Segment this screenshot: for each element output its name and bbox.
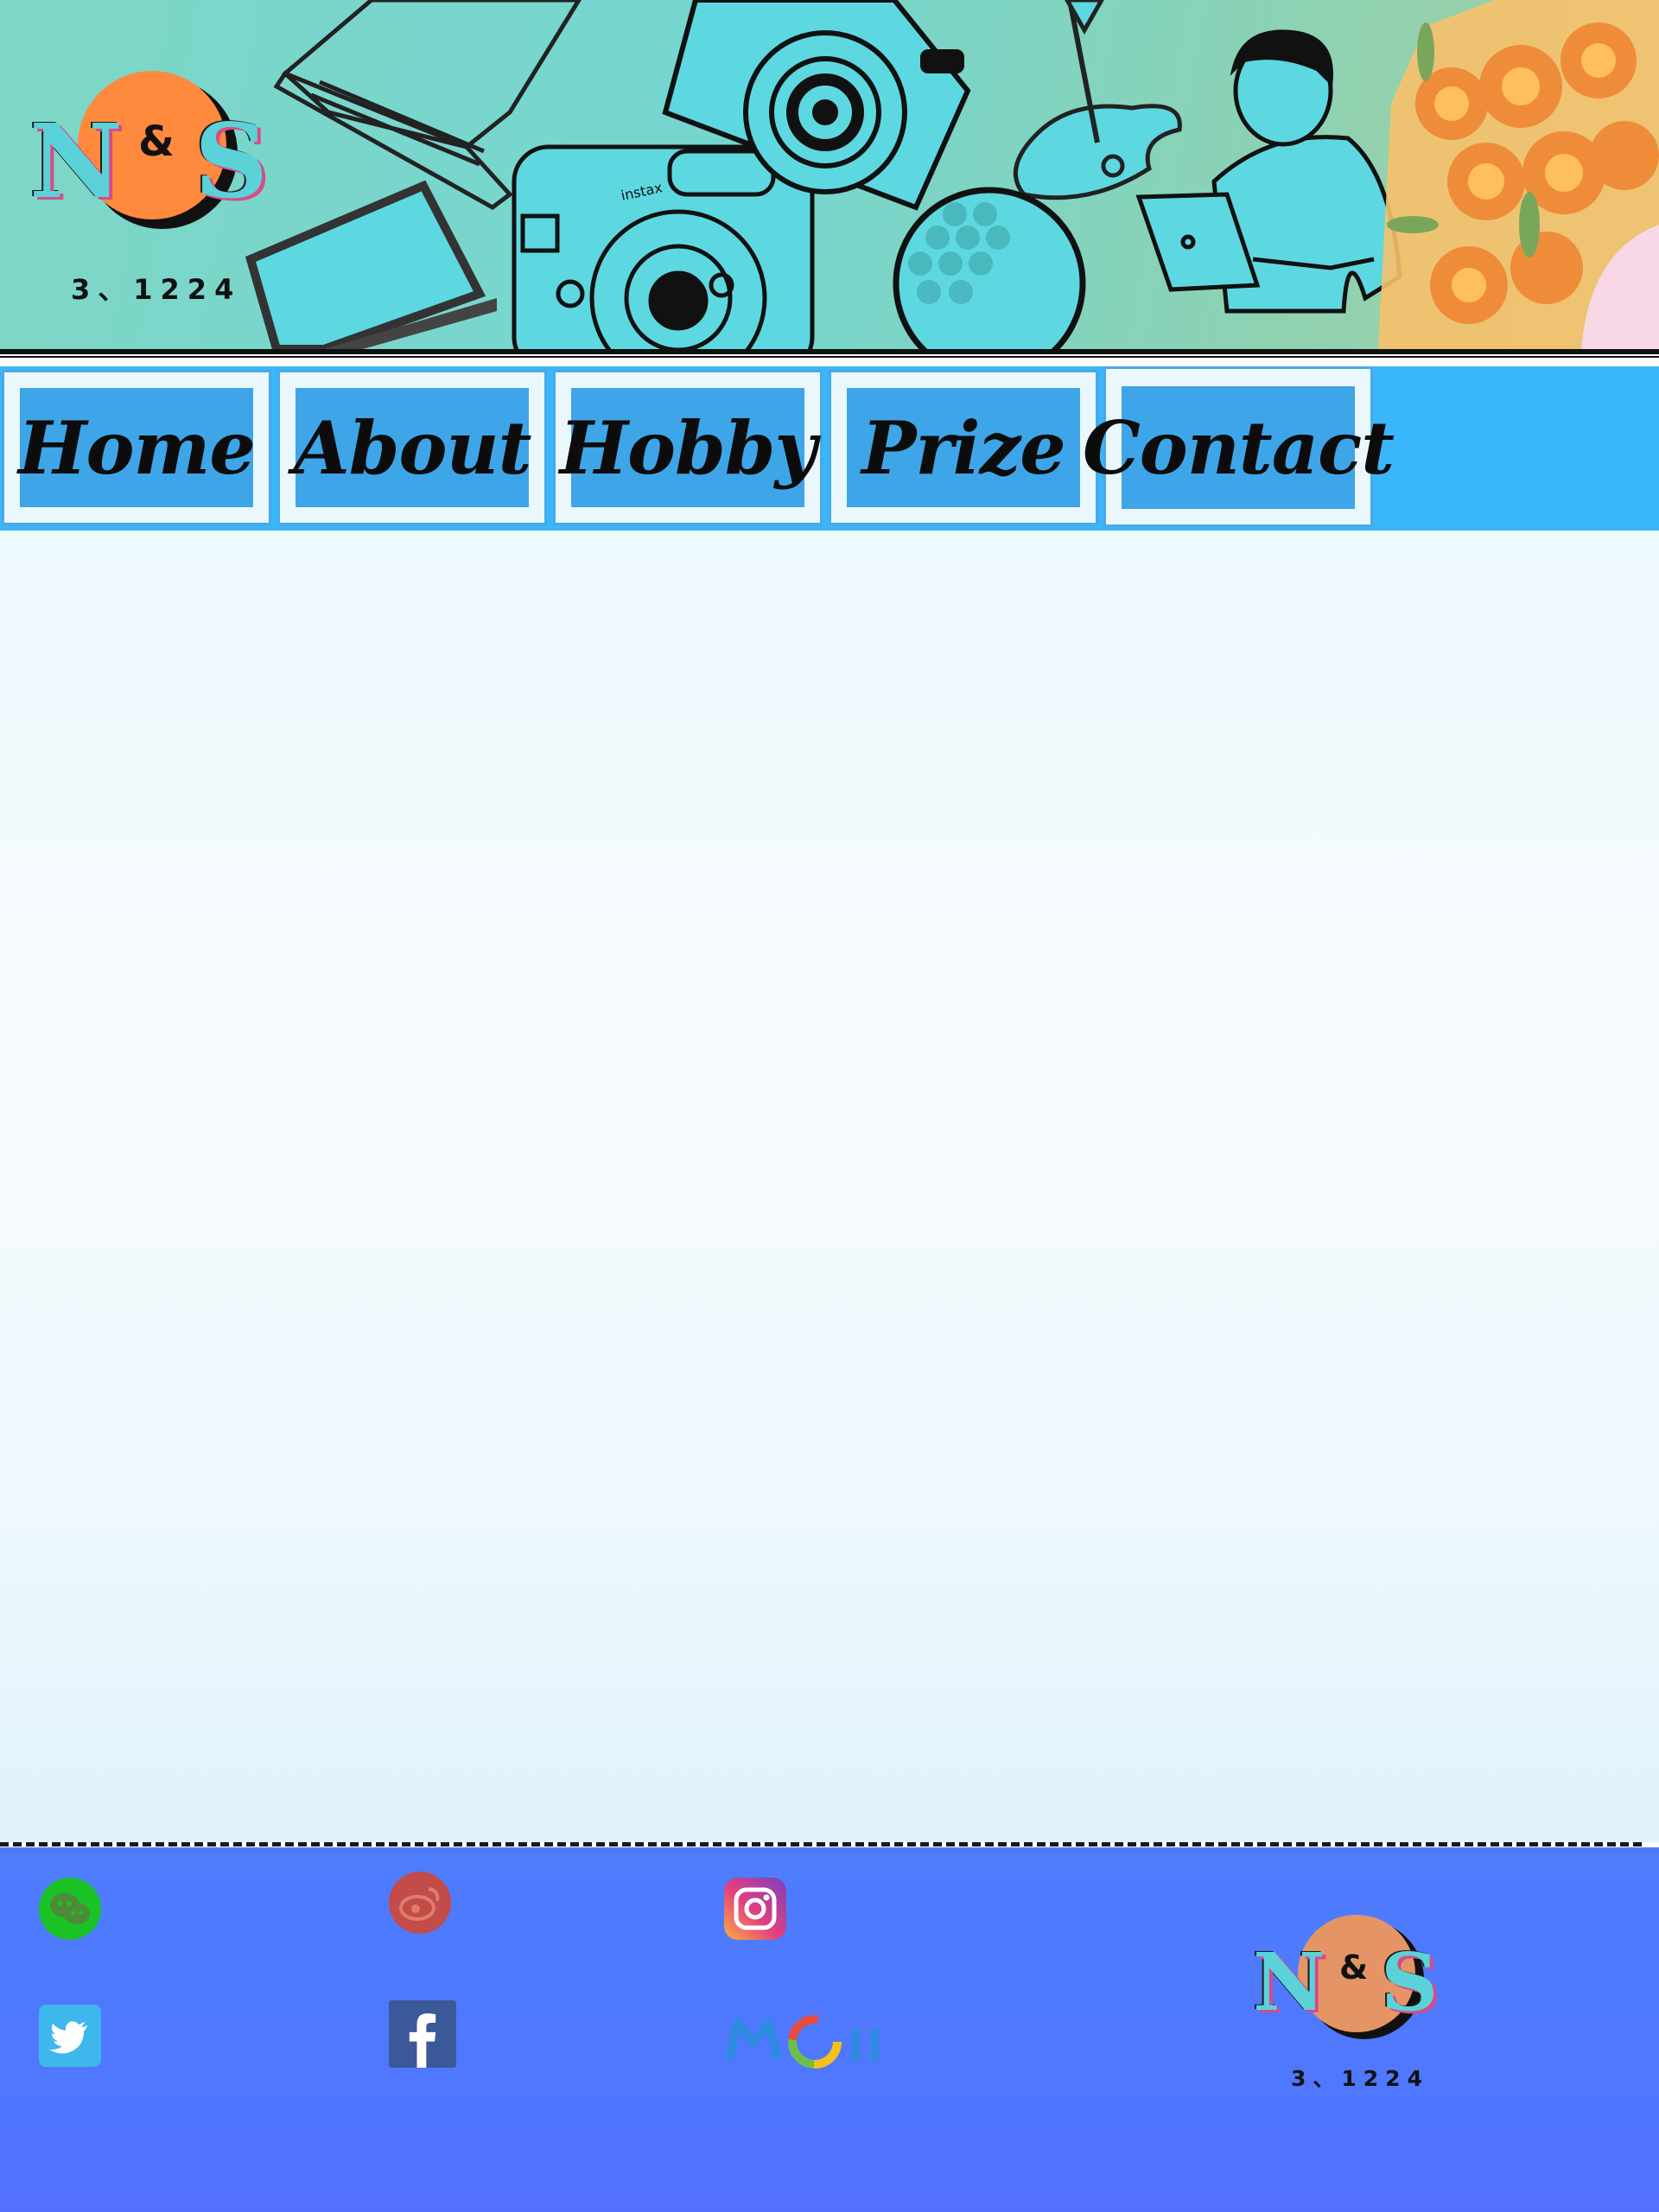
nav-about-face: About	[293, 388, 532, 507]
logo-letter-s: S	[194, 101, 269, 221]
nav-home-button[interactable]: Home	[2, 370, 271, 525]
nav-home-face: Home	[18, 388, 256, 507]
moji-logo-icon[interactable]	[726, 2007, 890, 2072]
twitter-icon[interactable]	[39, 2005, 101, 2067]
person-with-laptop-icon	[1135, 29, 1402, 314]
main-content-area	[0, 531, 1659, 1842]
instant-camera-icon	[512, 144, 815, 349]
nav-prize-label: Prize	[861, 404, 1065, 491]
logo-ampersand: &	[138, 118, 175, 166]
golf-green-icon	[1013, 0, 1182, 200]
footer: N & S 3、1224	[0, 1847, 1659, 2212]
nav-hobby-label: Hobby	[559, 404, 817, 491]
header-divider-thin	[0, 356, 1659, 358]
nav-prize-button[interactable]: Prize	[829, 370, 1098, 525]
main-navigation: Home About Hobby Prize Contact	[0, 366, 1659, 531]
header-divider	[0, 349, 1659, 354]
footer-logo[interactable]: N & S 3、1224	[1253, 1908, 1443, 2091]
nav-about-button[interactable]: About	[277, 370, 547, 525]
facebook-icon[interactable]	[389, 2000, 456, 2068]
footer-logo-letter-s: S	[1381, 1936, 1439, 2029]
logo-letter-n: N	[29, 101, 123, 221]
footer-logo-letter-n: N	[1253, 1936, 1326, 2029]
nav-hobby-button[interactable]: Hobby	[553, 370, 823, 525]
instagram-icon[interactable]	[724, 1878, 786, 1940]
wechat-icon[interactable]	[39, 1878, 101, 1940]
golf-ball-icon	[893, 187, 1086, 349]
nav-prize-face: Prize	[847, 388, 1080, 507]
logo-tagline: 3、1224	[71, 273, 242, 306]
nav-about-label: About	[293, 404, 532, 491]
nav-contact-label: Contact	[1082, 404, 1395, 491]
nav-home-label: Home	[18, 404, 256, 491]
header-banner: instax N & S 3、1224	[0, 0, 1659, 349]
nav-contact-button[interactable]: Contact	[1083, 366, 1395, 527]
weibo-icon[interactable]	[389, 1872, 451, 1934]
nav-contact-face: Contact	[1083, 386, 1395, 509]
footer-logo-ampersand: &	[1339, 1948, 1369, 1986]
laptop-screen-icon	[245, 180, 497, 349]
site-logo[interactable]: N & S 3、1224	[17, 60, 276, 311]
footer-dashed-divider	[0, 1842, 1642, 1847]
footer-logo-tagline: 3、1224	[1291, 2066, 1429, 2091]
flower-bouquet-icon	[1378, 0, 1659, 349]
nav-hobby-face: Hobby	[560, 388, 817, 507]
